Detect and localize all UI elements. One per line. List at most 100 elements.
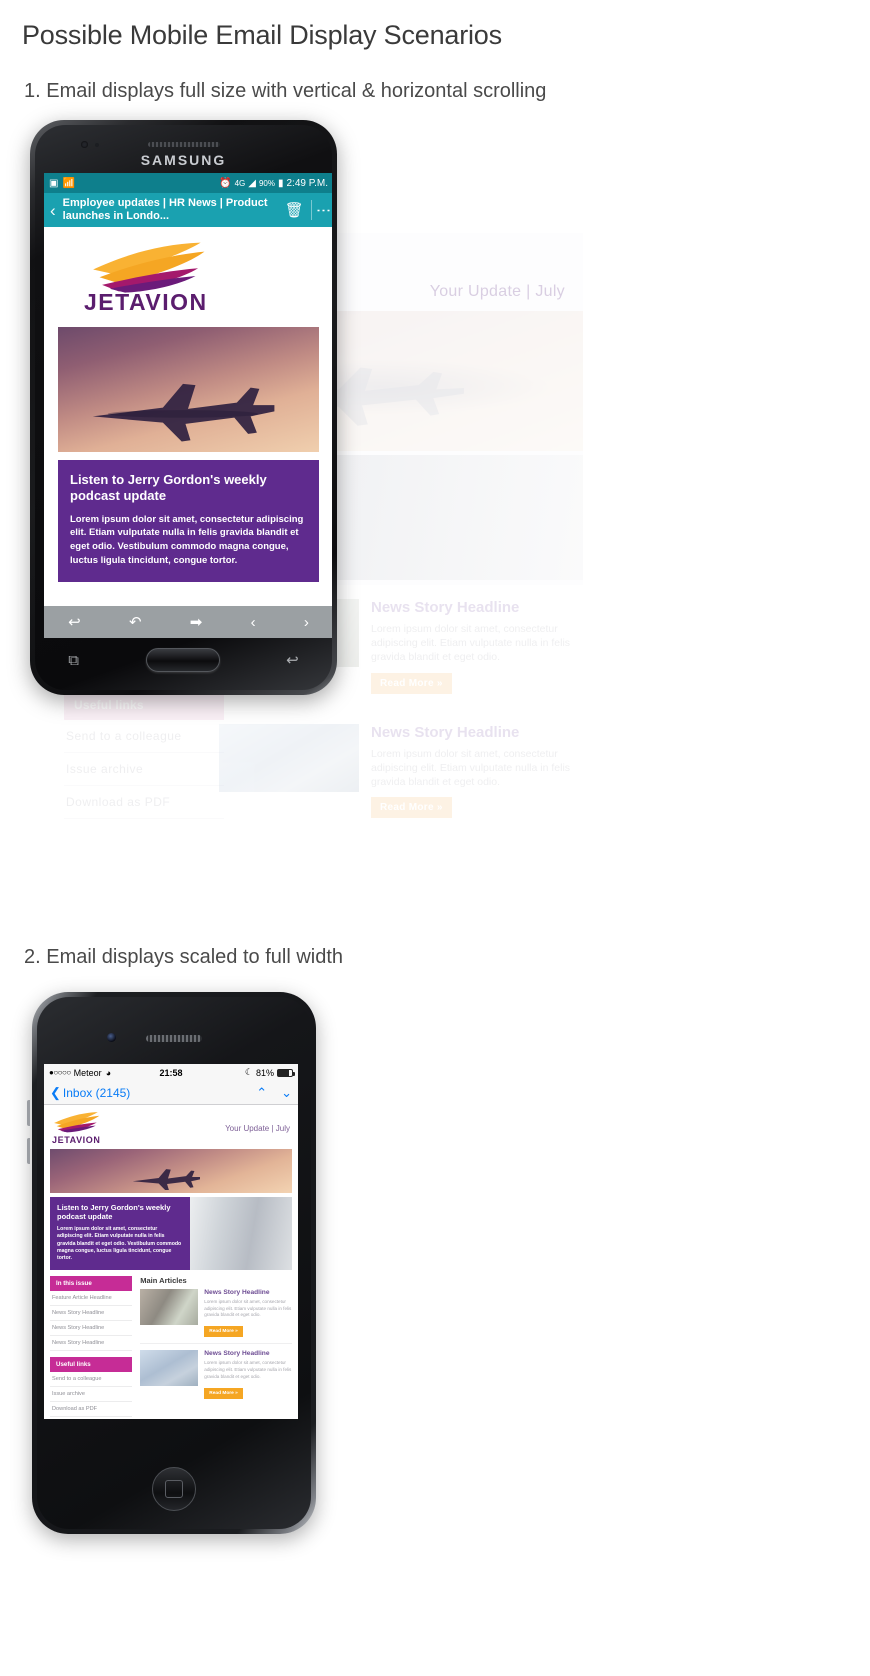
article-body: Lorem ipsum dolor sit amet, consectetur … bbox=[204, 1298, 292, 1318]
wifi-icon: 📶 bbox=[62, 177, 75, 189]
picture-icon: ▣ bbox=[49, 177, 59, 189]
samsung-phone-body: SAMSUNG ▣ 📶 ⏰ 4G ◢ 90% ▮ 2:49 P.M. ‹ Emp… bbox=[35, 125, 332, 690]
list-item[interactable]: News Story Headline bbox=[50, 1336, 133, 1351]
trash-icon[interactable]: 🗑 bbox=[285, 201, 304, 219]
battery-percent: 90% bbox=[258, 178, 275, 188]
scaled-email-content[interactable]: JETAVION Your Update | July Listen to Je… bbox=[44, 1105, 298, 1419]
read-more-button[interactable]: Read More » bbox=[204, 1387, 243, 1399]
useful-links-heading: Useful links bbox=[50, 1356, 133, 1372]
background-email-update-label: Your Update | July bbox=[429, 283, 565, 300]
podcast-title: Listen to Jerry Gordon's weekly podcast … bbox=[57, 1203, 171, 1222]
read-more-button[interactable]: Read More » bbox=[371, 797, 452, 819]
article-thumbnail bbox=[219, 723, 359, 792]
chevron-down-icon[interactable]: ⌄ bbox=[281, 1085, 292, 1101]
hero-airplane-image bbox=[50, 1149, 292, 1193]
battery-icon: ▮ bbox=[277, 177, 284, 189]
article-body: Lorem ipsum dolor sit amet, consectetur … bbox=[371, 623, 571, 664]
iphone-screen: ●○○○○ Meteor ◕ 21:58 ☾ 81% ❮ Inbox (2145… bbox=[44, 1064, 298, 1419]
article-body: Lorem ipsum dolor sit amet, consectetur … bbox=[371, 747, 571, 788]
list-item[interactable]: Download as PDF bbox=[50, 1402, 133, 1417]
article-row: News Story Headline Lorem ipsum dolor si… bbox=[140, 1350, 292, 1405]
volume-down-button[interactable] bbox=[27, 1138, 30, 1164]
article-title: News Story Headline bbox=[371, 723, 520, 741]
back-icon[interactable]: ‹ bbox=[50, 202, 56, 219]
podcast-promo-row: Listen to Jerry Gordon's weekly podcast … bbox=[50, 1197, 292, 1270]
clock-label: 2:49 P.M. bbox=[286, 177, 328, 189]
samsung-phone-mockup: SAMSUNG ▣ 📶 ⏰ 4G ◢ 90% ▮ 2:49 P.M. ‹ Emp… bbox=[30, 120, 337, 695]
home-button[interactable] bbox=[145, 648, 220, 672]
jetavion-wordmark: JETAVION bbox=[84, 289, 208, 315]
front-camera-icon bbox=[81, 141, 88, 148]
forward-icon[interactable]: ➡ bbox=[190, 613, 203, 631]
reply-all-icon[interactable]: ↶ bbox=[129, 613, 142, 631]
email-main-column: Main Articles News Story Headline Lorem … bbox=[140, 1276, 292, 1419]
android-status-bar: ▣ 📶 ⏰ 4G ◢ 90% ▮ 2:49 P.M. bbox=[44, 173, 332, 193]
read-more-button[interactable]: Read More » bbox=[371, 672, 452, 694]
ios-status-bar: ●○○○○ Meteor ◕ 21:58 ☾ 81% bbox=[44, 1064, 298, 1081]
list-item[interactable]: Issue archive bbox=[64, 753, 224, 786]
article-body: Lorem ipsum dolor sit amet, consectetur … bbox=[204, 1360, 292, 1380]
airplane-icon bbox=[93, 383, 275, 442]
in-this-issue-heading: In this issue bbox=[50, 1275, 133, 1291]
clock-label: 21:58 bbox=[159, 1067, 183, 1078]
scenario-1-label: 1. Email displays full size with vertica… bbox=[24, 80, 547, 102]
list-item[interactable]: News Story Headline bbox=[50, 1306, 133, 1321]
email-columns: In this issue Feature Article Headline N… bbox=[50, 1275, 292, 1419]
read-more-button[interactable]: Read More » bbox=[204, 1326, 243, 1338]
volume-up-button[interactable] bbox=[27, 1100, 30, 1126]
overflow-menu-icon[interactable]: ⋮ bbox=[315, 203, 332, 218]
previous-message-icon[interactable]: ‹ bbox=[251, 614, 256, 631]
list-item[interactable]: Send to a colleague bbox=[50, 1372, 133, 1387]
recent-apps-icon[interactable]: ⧉ bbox=[68, 652, 79, 669]
podcast-body: Lorem ipsum dolor sit amet, consectetur … bbox=[70, 513, 304, 566]
front-camera-icon bbox=[107, 1033, 116, 1042]
email-logo-area: JETAVION bbox=[44, 227, 332, 327]
battery-icon bbox=[277, 1068, 295, 1077]
page-title: Possible Mobile Email Display Scenarios bbox=[22, 20, 502, 50]
earpiece-speaker bbox=[146, 1035, 202, 1042]
airplane-icon bbox=[132, 1169, 201, 1191]
network-label: 4G bbox=[234, 178, 246, 188]
jetavion-logo-icon bbox=[54, 1112, 100, 1133]
next-message-icon[interactable]: › bbox=[304, 614, 309, 631]
list-item[interactable]: Visit our intranet bbox=[50, 1417, 132, 1419]
article-title: News Story Headline bbox=[371, 599, 520, 616]
android-nav-keys: ⧉ ↩ bbox=[35, 638, 332, 682]
scenario-1: Your Update | July News Story Headline N… bbox=[0, 120, 870, 910]
email-sidebar: In this issue Feature Article Headline N… bbox=[50, 1275, 133, 1419]
article-thumbnail bbox=[140, 1288, 199, 1325]
podcast-promo-block: Listen to Jerry Gordon's weekly podcast … bbox=[50, 1197, 191, 1270]
article-thumbnail bbox=[140, 1350, 199, 1387]
main-articles-heading: Main Articles bbox=[140, 1275, 187, 1285]
signal-icon: ◢ bbox=[248, 177, 256, 189]
alarm-icon: ⏰ bbox=[219, 177, 232, 189]
inbox-back-label[interactable]: Inbox (2145) bbox=[63, 1086, 130, 1100]
scenario-2: ●○○○○ Meteor ◕ 21:58 ☾ 81% ❮ Inbox (2145… bbox=[0, 992, 870, 1552]
hero-airplane-image bbox=[58, 327, 319, 452]
email-content-viewport[interactable]: JETAVION Listen to Jerry Gordon's weekly… bbox=[44, 227, 332, 606]
list-item[interactable]: News Story Headline bbox=[50, 1321, 133, 1336]
back-icon[interactable]: ❮ bbox=[50, 1085, 61, 1101]
do-not-disturb-icon: ☾ bbox=[244, 1067, 253, 1077]
wifi-icon: ◕ bbox=[105, 1067, 112, 1078]
list-item[interactable]: Download as PDF bbox=[64, 786, 224, 819]
jetavion-logo-icon bbox=[93, 242, 205, 293]
list-item[interactable]: Issue archive bbox=[50, 1387, 133, 1402]
business-people-photo bbox=[190, 1197, 292, 1270]
scenario-2-label: 2. Email displays scaled to full width bbox=[24, 946, 344, 968]
signal-dots-icon: ●○○○○ bbox=[49, 1068, 71, 1077]
back-icon[interactable]: ↩ bbox=[286, 651, 299, 669]
article-title: News Story Headline bbox=[204, 1288, 270, 1296]
email-update-label: Your Update | July bbox=[225, 1123, 290, 1133]
ios-nav-bar: ❮ Inbox (2145) ⌃ ⌄ bbox=[44, 1081, 298, 1105]
list-item[interactable]: Feature Article Headline bbox=[50, 1291, 133, 1306]
list-item[interactable]: Send to a colleague bbox=[64, 720, 224, 753]
proximity-sensor-icon bbox=[95, 143, 99, 147]
jetavion-wordmark: JETAVION bbox=[52, 1135, 101, 1145]
podcast-promo-block: Listen to Jerry Gordon's weekly podcast … bbox=[58, 460, 319, 582]
home-button[interactable] bbox=[152, 1467, 196, 1511]
reply-icon[interactable]: ↩ bbox=[68, 613, 81, 631]
chevron-up-icon[interactable]: ⌃ bbox=[256, 1085, 267, 1101]
iphone-body: ●○○○○ Meteor ◕ 21:58 ☾ 81% ❮ Inbox (2145… bbox=[37, 997, 311, 1529]
article-row: News Story Headline Lorem ipsum dolor si… bbox=[219, 710, 579, 835]
